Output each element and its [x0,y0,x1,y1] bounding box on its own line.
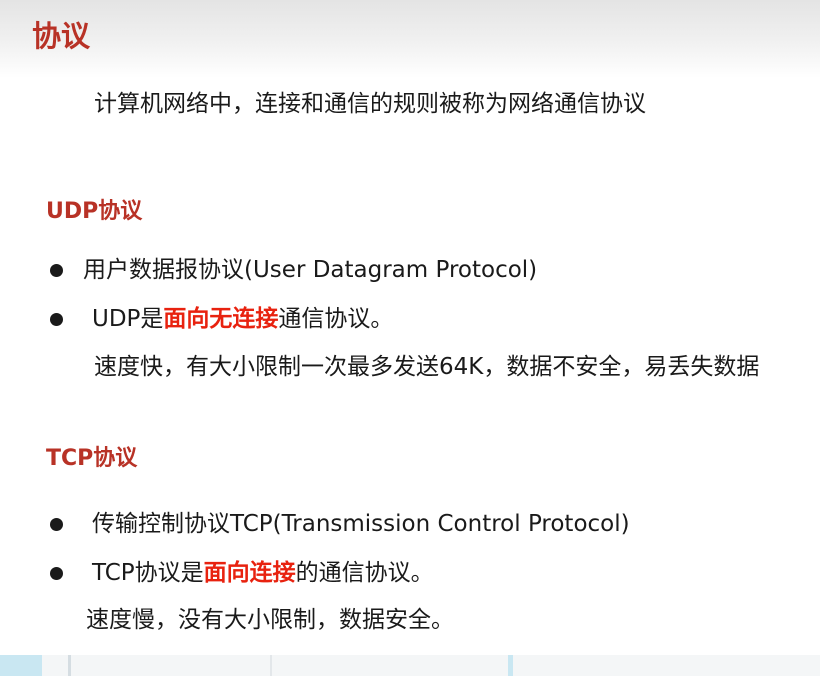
udp-bullet-2: UDP是面向无连接通信协议。 [92,302,393,336]
udp-section-title: UDP协议 [46,199,143,224]
udp-bullet-2-suffix: 通信协议。 [278,306,394,332]
tcp-highlight: 面向连接 [203,560,296,586]
page-title: 协议 [32,19,91,53]
strip-segment [0,655,42,676]
udp-highlight: 面向无连接 [163,306,279,332]
udp-bullet-2-prefix: UDP是 [92,306,164,332]
bullet-icon [50,264,63,277]
tcp-bullet-1: 传输控制协议TCP(Transmission Control Protocol) [92,511,630,537]
header-bar [0,0,820,78]
tcp-detail: 速度慢，没有大小限制，数据安全。 [86,607,454,633]
udp-detail: 速度快，有大小限制一次最多发送64K，数据不安全，易丢失数据 [94,354,760,380]
bullet-icon [50,313,63,326]
tcp-bullet-2: TCP协议是面向连接的通信协议。 [92,556,434,590]
bullet-icon [50,567,63,580]
bottom-strip [0,655,820,676]
tcp-bullet-2-prefix: TCP协议是 [92,560,204,586]
intro-text: 计算机网络中，连接和通信的规则被称为网络通信协议 [94,91,646,117]
tcp-bullet-2-suffix: 的通信协议。 [295,560,434,586]
bullet-icon [50,518,63,531]
udp-bullet-1: 用户数据报协议(User Datagram Protocol) [83,257,538,283]
strip-segment [68,655,71,676]
tcp-section-title: TCP协议 [46,446,138,471]
strip-segment [508,655,513,676]
strip-segment [270,655,272,676]
